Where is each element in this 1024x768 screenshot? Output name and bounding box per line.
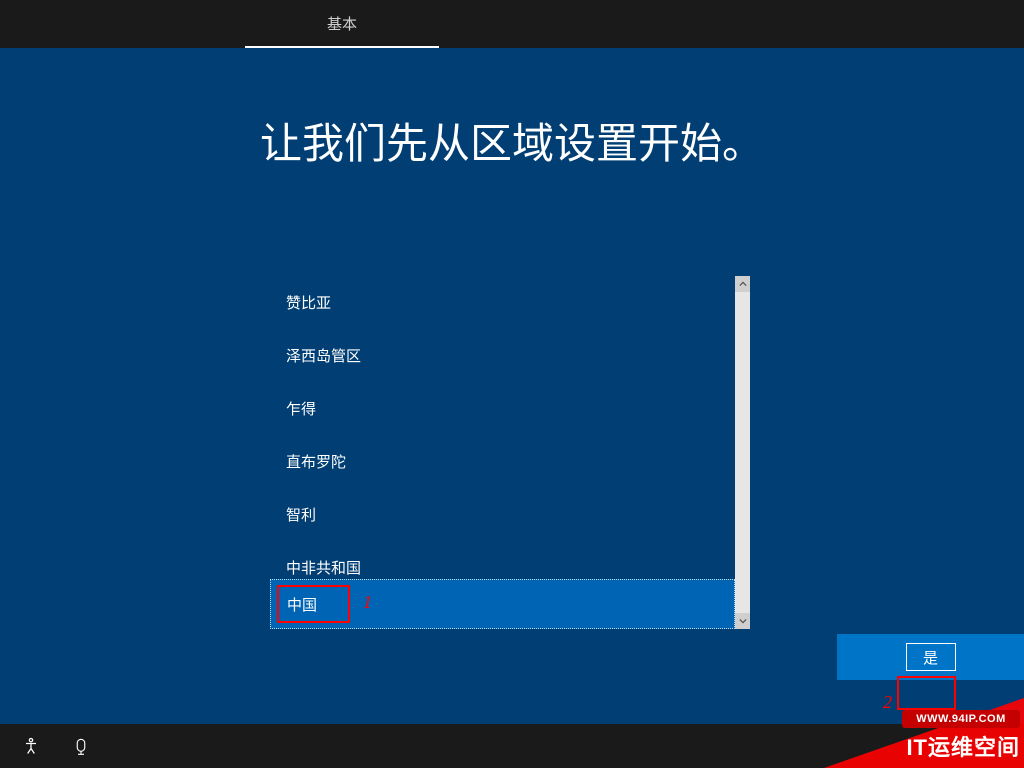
list-item[interactable]: 泽西岛管区 [270,329,735,382]
bottom-bar [0,724,1024,768]
list-item[interactable]: 乍得 [270,382,735,435]
scrollbar-track[interactable] [735,292,750,613]
list-item-label: 泽西岛管区 [286,345,361,366]
list-item-label: 赞比亚 [286,292,331,313]
list-item[interactable]: 智利 [270,488,735,541]
list-item-label: 乍得 [286,398,316,419]
region-list: 赞比亚 泽西岛管区 乍得 直布罗陀 智利 中非共和国 中国 [270,276,735,629]
yes-button-label: 是 [923,647,938,668]
list-item-label: 直布罗陀 [286,451,346,472]
top-bar: 基本 [0,0,1024,48]
list-item[interactable]: 赞比亚 [270,276,735,329]
yes-button[interactable]: 是 [906,643,956,671]
content-area: 让我们先从区域设置开始。 赞比亚 泽西岛管区 乍得 直布罗陀 智利 中非共和国 … [0,48,1024,724]
region-list-wrap: 赞比亚 泽西岛管区 乍得 直布罗陀 智利 中非共和国 中国 [270,276,750,629]
accessibility-icon[interactable] [20,735,42,757]
list-item-label: 中非共和国 [286,557,361,578]
tab-basic-label: 基本 [327,13,357,34]
scrollbar[interactable] [735,276,750,629]
list-item-selected[interactable]: 中国 [270,579,735,629]
list-item-label: 智利 [286,504,316,525]
list-item-label: 中国 [287,594,317,615]
scroll-up-icon[interactable] [735,276,750,292]
scroll-down-icon[interactable] [735,613,750,629]
page-title: 让我们先从区域设置开始。 [0,110,1024,171]
list-item[interactable]: 直布罗陀 [270,435,735,488]
tab-basic[interactable]: 基本 [245,0,439,48]
yes-button-region[interactable]: 是 [837,634,1024,680]
ime-icon[interactable] [70,735,92,757]
